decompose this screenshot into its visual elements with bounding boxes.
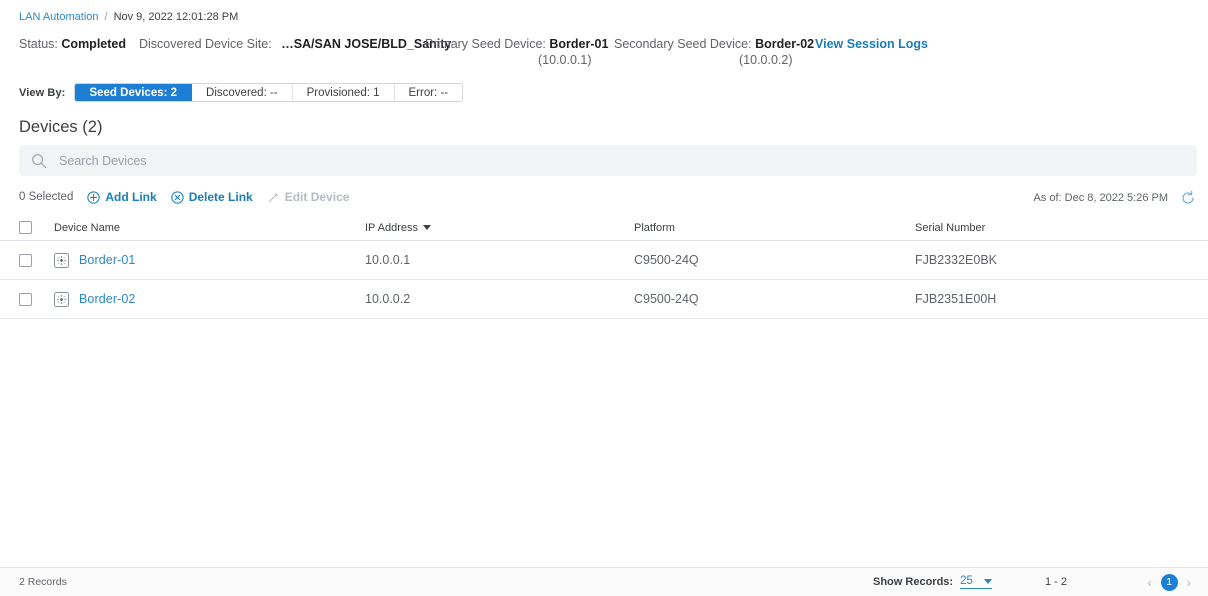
primary-seed-ip: (10.0.0.1)	[538, 53, 592, 67]
session-summary: Status: Completed Discovered Device Site…	[19, 37, 1196, 67]
cell-serial-number: FJB2332E0BK	[915, 253, 997, 267]
breadcrumb-separator: /	[104, 11, 108, 23]
chevron-right-icon[interactable]: ›	[1187, 576, 1191, 589]
show-records-label: Show Records:	[873, 576, 954, 588]
row-checkbox[interactable]	[19, 253, 32, 267]
cell-serial-number: FJB2351E00H	[915, 292, 997, 306]
secondary-seed-value: Border-02	[755, 37, 815, 51]
switch-icon	[54, 252, 69, 268]
table-footer: 2 Records Show Records: 25 1 - 2 ‹ 1 ›	[0, 567, 1208, 596]
select-all-cell	[19, 221, 54, 234]
view-by-segment-provisioned[interactable]: Provisioned: 1	[292, 84, 395, 101]
toolbar-status: As of: Dec 8, 2022 5:26 PM	[1033, 190, 1196, 206]
view-by-segment-error[interactable]: Error: --	[394, 84, 463, 101]
column-header-platform[interactable]: Platform	[634, 222, 915, 234]
device-name-link[interactable]: Border-02	[79, 292, 136, 306]
primary-seed-field: Primary Seed Device: Border-01	[425, 37, 608, 51]
discovered-site-field: Discovered Device Site: …SA/SAN JOSE/BLD…	[139, 37, 451, 51]
primary-seed-label: Primary Seed Device:	[425, 37, 546, 51]
plus-circle-icon	[87, 190, 101, 204]
show-records-value: 25	[960, 575, 973, 587]
table-action-toolbar: 0 Selected Add Link Delete Link Edit Dev…	[19, 190, 1196, 210]
breadcrumb-link-lan-automation[interactable]: LAN Automation	[19, 10, 99, 24]
add-link-label: Add Link	[105, 190, 157, 204]
edit-device-button: Edit Device	[267, 190, 350, 204]
page-range: 1 - 2	[1045, 576, 1068, 588]
search-icon	[31, 153, 47, 169]
chevron-down-icon	[983, 578, 992, 584]
column-header-device-name[interactable]: Device Name	[54, 222, 365, 234]
show-records-select[interactable]: 25	[960, 575, 992, 589]
cell-ip-address: 10.0.0.1	[365, 253, 411, 267]
edit-device-label: Edit Device	[284, 190, 350, 204]
view-by-segment-seed-devices[interactable]: Seed Devices: 2	[75, 84, 193, 101]
secondary-seed-field: Secondary Seed Device: Border-02	[614, 37, 814, 51]
view-by-label: View By:	[19, 86, 66, 99]
cell-platform: C9500-24Q	[634, 292, 699, 306]
show-records-control: Show Records: 25	[873, 575, 992, 589]
pagination: ‹ 1 ›	[1147, 573, 1191, 591]
breadcrumb: LAN Automation / Nov 9, 2022 12:01:28 PM	[19, 10, 238, 24]
status-value: Completed	[61, 37, 126, 51]
chevron-left-icon[interactable]: ‹	[1147, 576, 1151, 589]
column-header-serial-number[interactable]: Serial Number	[915, 222, 1196, 234]
device-name-link[interactable]: Border-01	[79, 253, 136, 267]
cell-device-name: Border-02	[54, 291, 365, 307]
delete-link-button[interactable]: Delete Link	[171, 190, 253, 204]
pencil-icon	[267, 191, 280, 204]
table-row[interactable]: Border-01 10.0.0.1 C9500-24Q FJB2332E0BK	[0, 241, 1208, 280]
search-bar[interactable]	[19, 145, 1197, 176]
view-by-control: View By: Seed Devices: 2 Discovered: -- …	[19, 83, 464, 102]
status-field: Status: Completed	[19, 37, 126, 51]
add-link-button[interactable]: Add Link	[87, 190, 157, 204]
table-header-row: Device Name IP Address Platform Serial N…	[0, 215, 1208, 241]
devices-table: Device Name IP Address Platform Serial N…	[0, 215, 1208, 319]
row-checkbox[interactable]	[19, 292, 32, 306]
view-session-logs-link[interactable]: View Session Logs	[815, 37, 928, 51]
row-select-cell	[19, 253, 54, 267]
status-label: Status:	[19, 37, 58, 51]
column-header-ip-address-label: IP Address	[365, 221, 418, 234]
switch-icon	[54, 291, 69, 307]
caret-down-icon	[423, 225, 431, 230]
toolbar-actions: 0 Selected Add Link Delete Link Edit Dev…	[19, 190, 349, 204]
row-select-cell	[19, 292, 54, 306]
cell-ip-address: 10.0.0.2	[365, 292, 411, 306]
breadcrumb-current: Nov 9, 2022 12:01:28 PM	[113, 11, 239, 23]
secondary-seed-label: Secondary Seed Device:	[614, 37, 752, 51]
cell-device-name: Border-01	[54, 252, 365, 268]
close-circle-icon	[171, 190, 184, 204]
selected-count: 0 Selected	[19, 191, 74, 203]
records-count: 2 Records	[19, 576, 67, 588]
refresh-icon[interactable]	[1180, 190, 1196, 206]
search-input[interactable]	[57, 152, 1185, 169]
primary-seed-value: Border-01	[549, 37, 609, 51]
table-row[interactable]: Border-02 10.0.0.2 C9500-24Q FJB2351E00H	[0, 280, 1208, 319]
discovered-site-label: Discovered Device Site:	[139, 37, 272, 51]
select-all-checkbox[interactable]	[19, 221, 32, 234]
view-by-segment-discovered[interactable]: Discovered: --	[192, 84, 293, 101]
cell-platform: C9500-24Q	[634, 253, 699, 267]
column-header-ip-address[interactable]: IP Address	[365, 222, 634, 234]
view-by-segmented-control[interactable]: Seed Devices: 2 Discovered: -- Provision…	[74, 83, 464, 102]
secondary-seed-ip: (10.0.0.2)	[739, 53, 793, 67]
as-of-timestamp: As of: Dec 8, 2022 5:26 PM	[1033, 192, 1168, 204]
ip-address-sort-control[interactable]: IP Address	[365, 222, 431, 234]
lan-automation-session-page: LAN Automation / Nov 9, 2022 12:01:28 PM…	[0, 0, 1208, 596]
delete-link-label: Delete Link	[188, 190, 253, 204]
page-title: Devices (2)	[19, 118, 103, 136]
page-number-1[interactable]: 1	[1160, 573, 1178, 591]
